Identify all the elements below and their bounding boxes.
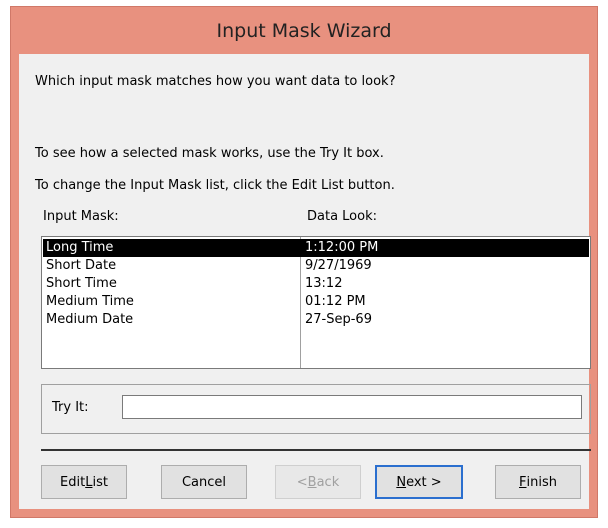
mask-name: Medium Time: [46, 294, 134, 309]
try-hint-text: To see how a selected mask works, use th…: [35, 146, 384, 161]
try-it-label: Try It:: [52, 400, 89, 415]
next-accelerator: N: [396, 474, 407, 490]
data-look: 9/27/1969: [305, 258, 372, 273]
finish-button[interactable]: Finish: [495, 465, 581, 499]
data-look: 27-Sep-69: [305, 312, 372, 327]
next-label-post: ext >: [406, 474, 442, 490]
back-accelerator: B: [307, 474, 317, 490]
finish-label-post: inish: [526, 474, 557, 490]
button-separator: [41, 449, 591, 451]
next-button[interactable]: Next >: [375, 465, 463, 499]
edit-list-label-pre: Edit: [60, 474, 86, 490]
data-look: 01:12 PM: [305, 294, 366, 309]
wizard-window: Input Mask Wizard Which input mask match…: [10, 6, 598, 518]
cancel-button[interactable]: Cancel: [161, 465, 247, 499]
try-it-input[interactable]: [122, 395, 582, 419]
finish-accelerator: F: [519, 474, 527, 490]
list-item[interactable]: Medium Date 27-Sep-69: [43, 311, 589, 329]
list-item[interactable]: Short Date 9/27/1969: [43, 257, 589, 275]
window-title: Input Mask Wizard: [216, 19, 392, 42]
mask-name: Medium Date: [46, 312, 134, 327]
input-mask-column-header: Input Mask:: [43, 209, 119, 224]
edit-list-label-post: ist: [92, 474, 108, 490]
question-text: Which input mask matches how you want da…: [35, 74, 396, 89]
back-label-pre: <: [296, 474, 308, 490]
mask-name: Short Time: [46, 276, 117, 291]
edit-list-button[interactable]: Edit List: [41, 465, 127, 499]
input-mask-listbox[interactable]: Long Time 1:12:00 PM Short Date 9/27/196…: [41, 236, 591, 369]
back-label-post: ack: [316, 474, 340, 490]
data-look: 1:12:00 PM: [305, 240, 379, 255]
data-look: 13:12: [305, 276, 343, 291]
data-look-column-header: Data Look:: [307, 209, 378, 224]
list-item[interactable]: Short Time 13:12: [43, 275, 589, 293]
edit-list-accelerator: L: [85, 474, 93, 490]
back-button[interactable]: < Back: [275, 465, 361, 499]
list-item[interactable]: Long Time 1:12:00 PM: [43, 239, 589, 257]
try-it-group: Try It:: [41, 384, 591, 434]
mask-name: Long Time: [46, 240, 114, 255]
list-item[interactable]: Medium Time 01:12 PM: [43, 293, 589, 311]
wizard-client-area: Which input mask matches how you want da…: [19, 54, 591, 509]
edit-hint-text: To change the Input Mask list, click the…: [35, 178, 395, 193]
mask-name: Short Date: [46, 258, 117, 273]
